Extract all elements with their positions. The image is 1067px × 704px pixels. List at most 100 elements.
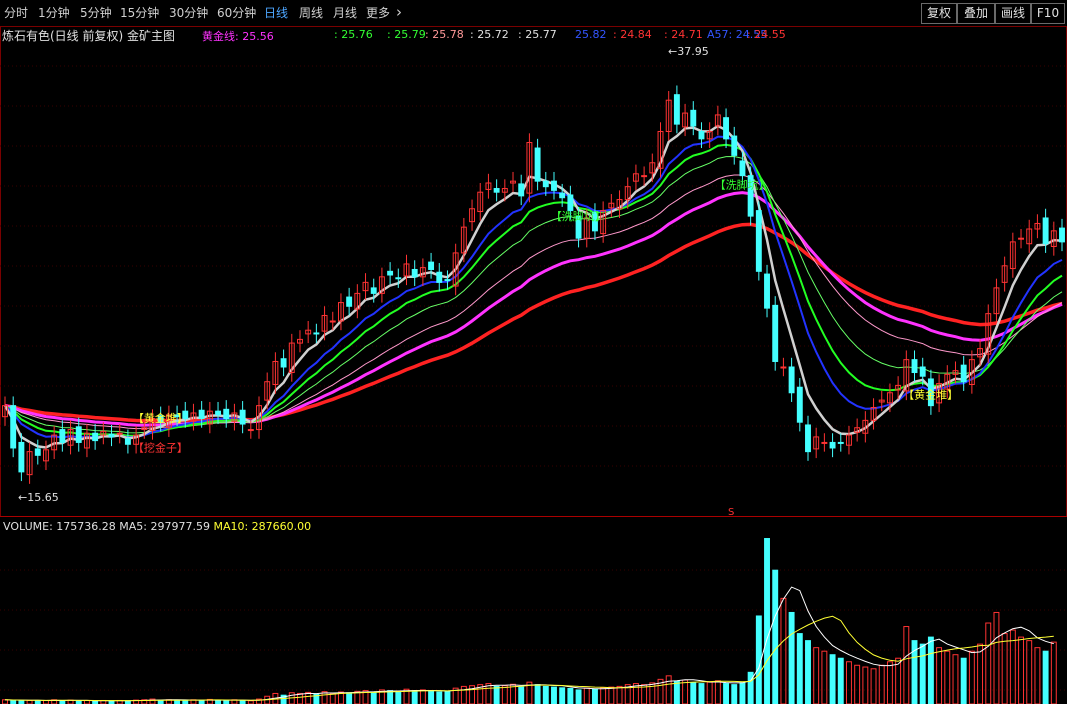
- vol-ma5-value: MA5: 297977.59: [119, 520, 210, 533]
- candle-body: [18, 441, 25, 473]
- candle-body: [518, 183, 525, 197]
- candle-body: [796, 386, 803, 423]
- candlestick-chart: 【黄金堆】【挖金子】【洗脚坑】【洗脚坑】【黄金堆】←37.95←15.65S: [0, 26, 1067, 704]
- volume-bar: [370, 691, 377, 704]
- volume-bar: [215, 699, 221, 704]
- candle-body: [1042, 217, 1049, 245]
- candle-body: [247, 429, 254, 432]
- volume-bar: [731, 684, 738, 704]
- candle-body: [436, 271, 443, 283]
- volume-bar: [886, 661, 893, 704]
- vol-ma10-value: MA10: 287660.00: [213, 520, 312, 533]
- candle-body: [698, 130, 705, 140]
- volume-bar: [780, 597, 787, 704]
- volume-bar: [223, 699, 230, 704]
- volume-bar: [747, 671, 754, 704]
- volume-bar: [591, 688, 598, 704]
- volume-bar: [682, 679, 689, 704]
- candle-body: [542, 180, 549, 188]
- candle-body: [215, 410, 221, 416]
- volume-bar: [1018, 636, 1024, 704]
- candle-body: [911, 359, 918, 374]
- signal-label: 【挖金子】: [133, 441, 188, 455]
- volume-bar: [796, 633, 803, 704]
- volume-bar: [26, 699, 33, 704]
- volume-bar: [501, 685, 508, 704]
- volume-bar: [485, 683, 492, 704]
- candle-body: [755, 210, 762, 272]
- candle-body: [313, 332, 320, 335]
- candle-body: [346, 296, 353, 307]
- volume-bar: [690, 682, 697, 704]
- candle-body: [10, 405, 17, 449]
- volume-bar: [18, 699, 25, 704]
- volume-bar: [952, 654, 959, 704]
- volume-bar: [10, 699, 17, 704]
- candle-body: [690, 109, 697, 127]
- volume-bar: [632, 683, 639, 704]
- volume-bar: [182, 699, 189, 704]
- volume-value: VOLUME: 175736.28: [3, 520, 116, 533]
- min-price-label: ←15.65: [18, 491, 59, 504]
- candle-body: [772, 304, 779, 362]
- volume-bar: [919, 643, 926, 704]
- candle-body: [329, 320, 336, 323]
- volume-bar: [329, 692, 336, 704]
- volume-bar: [673, 680, 680, 704]
- volume-bar: [878, 664, 885, 704]
- volume-bar: [854, 664, 861, 704]
- volume-bar: [387, 690, 394, 704]
- candle-body: [919, 366, 926, 377]
- volume-bar: [1050, 641, 1057, 704]
- candle-body: [837, 441, 844, 444]
- volume-bar: [895, 657, 902, 704]
- candle-body: [493, 188, 500, 193]
- volume-bar: [428, 690, 435, 704]
- volume-bar: [1034, 647, 1041, 704]
- volume-bar: [772, 569, 779, 704]
- candle-body: [559, 192, 566, 199]
- volume-bar: [903, 626, 910, 704]
- volume-bar: [436, 691, 443, 704]
- volume-bar: [829, 654, 836, 704]
- sell-marker: S: [728, 507, 734, 518]
- volume-bar: [837, 657, 844, 704]
- volume-bar: [977, 643, 984, 704]
- volume-bar: [534, 684, 541, 704]
- candle-body: [673, 94, 680, 125]
- candle-body: [411, 268, 418, 278]
- volume-bar: [2, 699, 8, 704]
- volume-bar: [944, 650, 951, 704]
- candle-body: [34, 448, 41, 456]
- volume-bar: [805, 640, 811, 704]
- volume-bar: [936, 647, 943, 704]
- candle-body: [387, 270, 394, 276]
- volume-bar: [305, 691, 312, 704]
- volume-bar: [518, 686, 525, 704]
- candle-body: [116, 432, 123, 435]
- volume-bar: [862, 666, 869, 704]
- max-price-label: ←37.95: [668, 45, 709, 58]
- volume-bar: [198, 699, 205, 704]
- volume-bar: [608, 686, 615, 704]
- candle-body: [223, 408, 230, 420]
- candle-body: [444, 279, 451, 282]
- candle-body: [75, 426, 82, 443]
- candle-body: [395, 277, 402, 280]
- candle-body: [805, 424, 811, 453]
- volume-bar: [297, 692, 303, 704]
- vol-ma5-line: [4, 586, 1054, 702]
- candle-body: [829, 441, 836, 449]
- candle-body: [960, 364, 967, 383]
- volume-bar: [542, 685, 549, 704]
- signal-label: 【洗脚坑】: [551, 209, 606, 223]
- volume-bar: [346, 692, 353, 704]
- candle-body: [534, 147, 541, 182]
- candle-body: [124, 438, 131, 445]
- candle-body: [1059, 227, 1065, 243]
- volume-bar: [870, 668, 877, 704]
- volume-bar: [1026, 640, 1033, 704]
- volume-bar: [493, 685, 500, 704]
- candle-body: [764, 273, 770, 309]
- volume-bar: [551, 686, 557, 704]
